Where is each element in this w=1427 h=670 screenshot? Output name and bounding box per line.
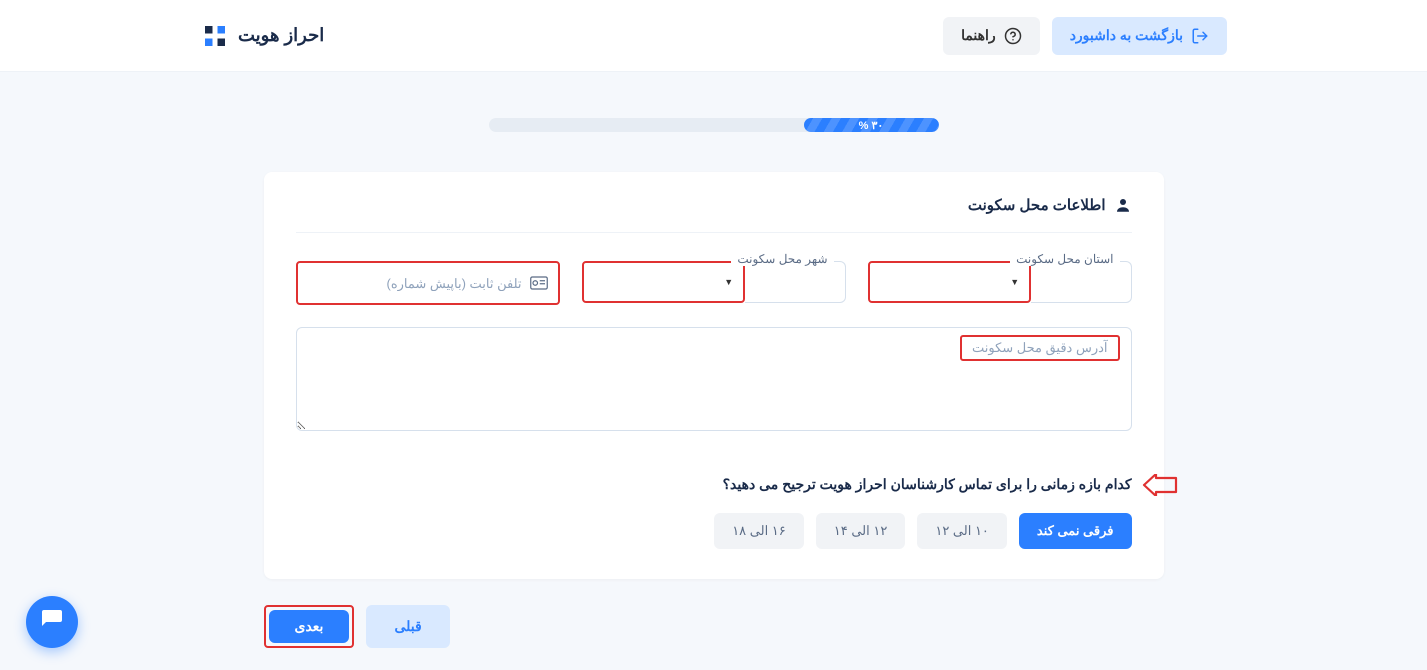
- option-any[interactable]: فرقی نمی کند: [1019, 513, 1132, 549]
- time-question-row: کدام بازه زمانی را برای تماس کارشناسان ا…: [296, 476, 1132, 493]
- arrow-left-icon: [1142, 474, 1178, 501]
- back-to-dashboard-button[interactable]: بازگشت به داشبورد: [1052, 17, 1227, 55]
- option-16-18[interactable]: ۱۶ الی ۱۸: [714, 513, 804, 549]
- prev-button[interactable]: قبلی: [366, 605, 449, 648]
- option-12-14[interactable]: ۱۲ الی ۱۴: [816, 513, 906, 549]
- province-field: استان محل سکونت ▼: [868, 261, 1132, 305]
- city-field: شهر محل سکونت ▼: [582, 261, 846, 305]
- next-button-highlight: بعدی: [264, 605, 355, 648]
- brand-text: احراز هویت: [238, 25, 324, 46]
- chat-icon: [40, 608, 64, 637]
- city-label: شهر محل سکونت: [731, 252, 833, 266]
- next-button[interactable]: بعدی: [269, 610, 350, 643]
- help-label: راهنما: [961, 27, 996, 44]
- phone-card-icon: [530, 276, 548, 290]
- province-label: استان محل سکونت: [1010, 252, 1119, 266]
- person-icon: [1114, 196, 1132, 214]
- phone-input[interactable]: [308, 276, 522, 291]
- address-field: آدرس دقیق محل سکونت: [296, 327, 1132, 436]
- card-title: اطلاعات محل سکونت: [968, 196, 1106, 214]
- back-label: بازگشت به داشبورد: [1070, 27, 1183, 44]
- brand-icon: [200, 21, 230, 51]
- option-10-12[interactable]: ۱۰ الی ۱۲: [917, 513, 1007, 549]
- chat-widget-button[interactable]: [26, 596, 78, 648]
- app-header: بازگشت به داشبورد راهنما احراز هویت: [0, 0, 1427, 72]
- province-select[interactable]: ▼: [868, 261, 1032, 303]
- chevron-down-icon: ▼: [724, 277, 733, 287]
- residence-card: اطلاعات محل سکونت استان محل سکونت ▼ شهر …: [264, 172, 1164, 579]
- province-text-part[interactable]: [1031, 261, 1131, 303]
- time-question-text: کدام بازه زمانی را برای تماس کارشناسان ا…: [723, 476, 1132, 493]
- logout-icon: [1191, 27, 1209, 45]
- phone-field: [296, 261, 560, 305]
- chevron-down-icon: ▼: [1010, 277, 1019, 287]
- step-navigation: قبلی بعدی: [264, 605, 1164, 648]
- city-text-part[interactable]: [745, 261, 845, 303]
- progress-fill: ۳۰ %: [804, 118, 939, 132]
- help-button[interactable]: راهنما: [943, 17, 1040, 55]
- help-icon: [1004, 27, 1022, 45]
- progress-container: ۳۰ %: [0, 118, 1427, 132]
- address-placeholder-label: آدرس دقیق محل سکونت: [960, 335, 1120, 361]
- city-select[interactable]: ▼: [582, 261, 746, 303]
- progress-bar: ۳۰ %: [489, 118, 939, 132]
- brand-logo: احراز هویت: [200, 21, 324, 51]
- progress-label: ۳۰ %: [859, 119, 884, 132]
- time-options: فرقی نمی کند ۱۰ الی ۱۲ ۱۲ الی ۱۴ ۱۶ الی …: [296, 513, 1132, 549]
